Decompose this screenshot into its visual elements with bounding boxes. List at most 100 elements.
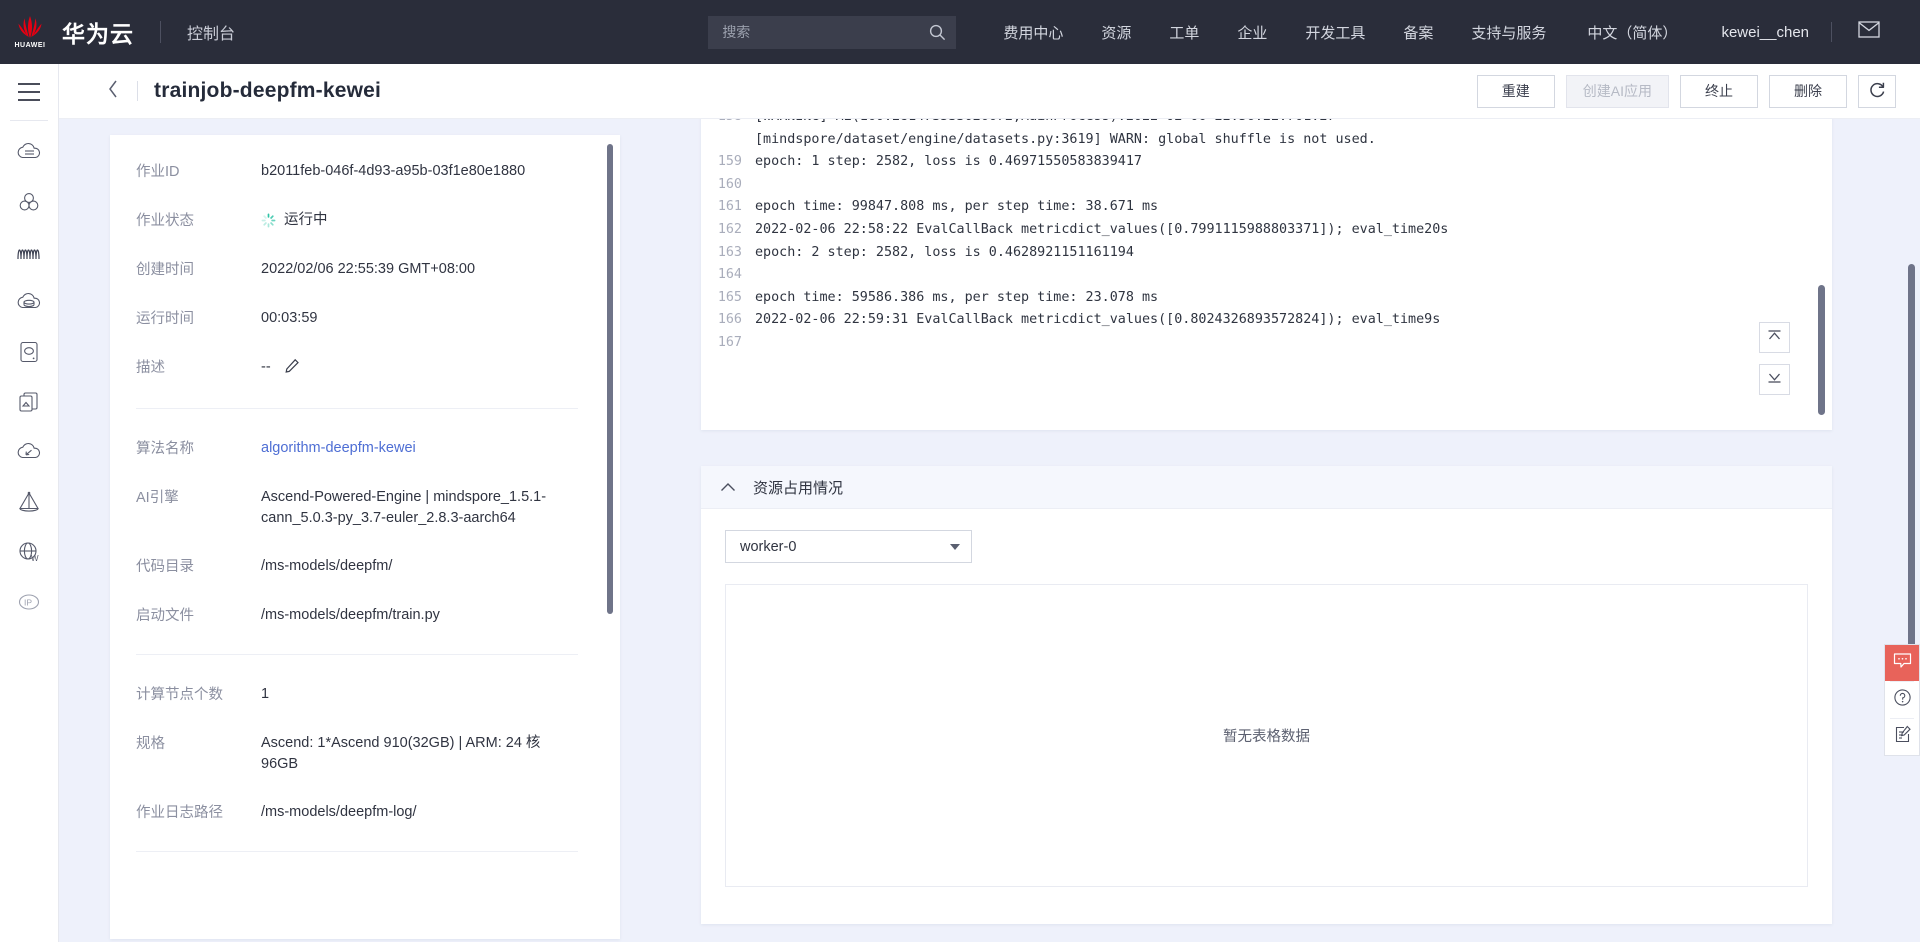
chat-support-button[interactable] bbox=[1885, 645, 1919, 681]
cloud-disk-icon bbox=[16, 291, 42, 313]
log-line-text: [WARNING] ME(160:281473533026672,MainPro… bbox=[755, 119, 1832, 151]
hard-disk-icon bbox=[18, 340, 40, 364]
chevron-left-icon bbox=[107, 79, 119, 104]
value-job-status: 运行中 bbox=[261, 210, 578, 231]
nav-resources[interactable]: 资源 bbox=[1101, 22, 1131, 43]
speech-bubble-icon bbox=[1893, 652, 1912, 675]
label-flavor: 规格 bbox=[136, 733, 261, 755]
page-actions: 重建 创建AI应用 终止 删除 bbox=[1466, 75, 1920, 108]
value-job-id: b2011feb-046f-4d93-a95b-03f1e80e1880 bbox=[261, 161, 578, 182]
info-separator-2 bbox=[136, 654, 578, 655]
left-sidebar: W IP bbox=[0, 64, 59, 942]
sidebar-item-network[interactable]: W bbox=[0, 527, 59, 577]
info-row-code-dir: 代码目录 /ms-models/deepfm/ bbox=[136, 556, 578, 578]
resource-usage-header[interactable]: 资源占用情况 bbox=[701, 466, 1832, 509]
scroll-to-top-icon bbox=[1766, 327, 1783, 349]
svg-text:IP: IP bbox=[24, 598, 32, 608]
console-link[interactable]: 控制台 bbox=[187, 20, 235, 44]
info-row-job-id: 作业ID b2011feb-046f-4d93-a95b-03f1e80e188… bbox=[136, 161, 578, 183]
value-algorithm-name[interactable]: algorithm-deepfm-kewei bbox=[261, 438, 578, 459]
help-button[interactable] bbox=[1885, 682, 1919, 718]
nav-enterprise[interactable]: 企业 bbox=[1237, 22, 1267, 43]
info-separator-3 bbox=[136, 851, 578, 852]
sidebar-item-cloud-upload[interactable] bbox=[0, 427, 59, 477]
log-line-text bbox=[755, 264, 1832, 287]
stop-button[interactable]: 终止 bbox=[1680, 75, 1758, 108]
rebuild-button[interactable]: 重建 bbox=[1477, 75, 1555, 108]
nav-tickets[interactable]: 工单 bbox=[1169, 22, 1199, 43]
sidebar-item-cluster[interactable] bbox=[0, 177, 59, 227]
log-line-text: epoch: 1 step: 2582, loss is 0.469715505… bbox=[755, 151, 1832, 174]
huawei-wordmark: HUAWEI bbox=[15, 42, 46, 49]
edit-note-icon bbox=[1893, 725, 1912, 749]
empty-state-text: 暂无表格数据 bbox=[1223, 725, 1310, 746]
resource-usage-body: worker-0 暂无表格数据 bbox=[701, 509, 1832, 887]
info-separator-1 bbox=[136, 408, 578, 409]
sidebar-item-images[interactable] bbox=[0, 377, 59, 427]
worker-select-value: worker-0 bbox=[740, 539, 796, 555]
label-boot-file: 启动文件 bbox=[136, 605, 261, 627]
sidebar-item-disk[interactable] bbox=[0, 327, 59, 377]
log-line-number: 159 bbox=[701, 151, 755, 174]
info-row-node-count: 计算节点个数 1 bbox=[136, 684, 578, 706]
search-box[interactable] bbox=[708, 16, 956, 49]
log-line-text bbox=[755, 174, 1832, 197]
log-line: 160 bbox=[701, 174, 1832, 197]
value-ai-engine: Ascend-Powered-Engine | mindspore_1.5.1-… bbox=[261, 487, 578, 529]
info-row-algorithm-name: 算法名称 algorithm-deepfm-kewei bbox=[136, 438, 578, 460]
nav-icp[interactable]: 备案 bbox=[1403, 22, 1433, 43]
refresh-button[interactable] bbox=[1858, 75, 1896, 108]
edit-pencil-icon[interactable] bbox=[284, 362, 300, 378]
back-button[interactable] bbox=[93, 64, 133, 119]
status-text: 运行中 bbox=[284, 210, 328, 231]
log-output[interactable]: 158 [WARNING] ME(160:281473533026672,Mai… bbox=[701, 119, 1832, 430]
sidebar-item-cdn[interactable] bbox=[0, 477, 59, 527]
log-line: 165 epoch time: 59586.386 ms, per step t… bbox=[701, 287, 1832, 310]
nav-billing[interactable]: 费用中心 bbox=[1003, 22, 1063, 43]
create-ai-app-button[interactable]: 创建AI应用 bbox=[1566, 75, 1669, 108]
question-circle-icon bbox=[1893, 688, 1912, 712]
top-header: HUAWEI 华为云 控制台 费用中心 资源 工单 企业 开发工具 备案 支持与… bbox=[0, 0, 1920, 64]
language-switcher[interactable]: 中文（简体） bbox=[1587, 22, 1677, 43]
log-scrollbar[interactable] bbox=[1818, 285, 1825, 415]
value-description: -- bbox=[261, 357, 578, 381]
huawei-logo[interactable]: HUAWEI bbox=[0, 0, 60, 64]
nav-support[interactable]: 支持与服务 bbox=[1471, 22, 1546, 43]
scroll-to-top-button[interactable] bbox=[1759, 322, 1790, 353]
job-info-scrollbar[interactable] bbox=[607, 144, 613, 614]
three-circles-icon bbox=[17, 191, 41, 213]
search-icon[interactable] bbox=[929, 24, 946, 41]
chevron-down-icon bbox=[950, 544, 960, 550]
label-job-status: 作业状态 bbox=[136, 210, 261, 232]
brand-name[interactable]: 华为云 bbox=[62, 15, 134, 49]
log-line-text: epoch time: 99847.808 ms, per step time:… bbox=[755, 196, 1832, 219]
hamburger-icon[interactable] bbox=[0, 64, 59, 120]
label-code-dir: 代码目录 bbox=[136, 556, 261, 578]
pyramid-icon bbox=[17, 490, 41, 514]
log-line: 159 epoch: 1 step: 2582, loss is 0.46971… bbox=[701, 151, 1832, 174]
feedback-button[interactable] bbox=[1885, 719, 1919, 755]
worker-select[interactable]: worker-0 bbox=[725, 530, 972, 563]
log-line-number: 161 bbox=[701, 196, 755, 219]
log-line: 158 [WARNING] ME(160:281473533026672,Mai… bbox=[701, 119, 1832, 151]
envelope-icon[interactable] bbox=[1858, 21, 1880, 43]
page-title: trainjob-deepfm-kewei bbox=[154, 79, 381, 103]
value-flavor: Ascend: 1*Ascend 910(32GB) | ARM: 24 核 9… bbox=[261, 733, 578, 775]
sidebar-item-eip[interactable]: IP bbox=[0, 577, 59, 627]
label-log-path: 作业日志路径 bbox=[136, 802, 261, 824]
sidebar-item-cloud-storage[interactable] bbox=[0, 127, 59, 177]
value-boot-file: /ms-models/deepfm/train.py bbox=[261, 605, 578, 626]
ip-icon: IP bbox=[16, 591, 42, 613]
header-right: 中文（简体） kewei__chen bbox=[1565, 21, 1920, 43]
sidebar-item-cloud-data[interactable] bbox=[0, 277, 59, 327]
content-area: 作业ID b2011feb-046f-4d93-a95b-03f1e80e188… bbox=[59, 119, 1920, 942]
resource-usage-card: 资源占用情况 worker-0 暂无表格数据 bbox=[701, 466, 1832, 924]
delete-button[interactable]: 删除 bbox=[1769, 75, 1847, 108]
sidebar-item-metrics[interactable] bbox=[0, 227, 59, 277]
label-node-count: 计算节点个数 bbox=[136, 684, 261, 706]
search-input[interactable] bbox=[722, 24, 929, 40]
user-menu[interactable]: kewei__chen bbox=[1721, 24, 1809, 41]
nav-devtools[interactable]: 开发工具 bbox=[1305, 22, 1365, 43]
loading-spinner-icon bbox=[261, 213, 276, 228]
scroll-to-bottom-button[interactable] bbox=[1759, 364, 1790, 395]
